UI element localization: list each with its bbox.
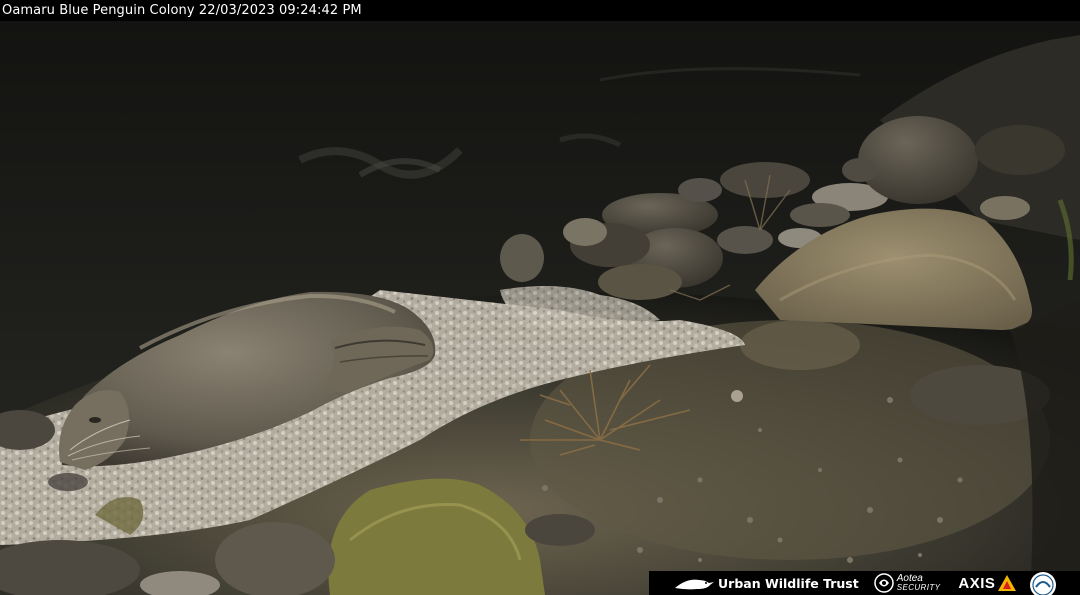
aotea-security-wordmark: SECURITY [896,583,941,592]
night-camera-scene [0,0,1080,595]
doc-seal-icon [1030,572,1057,595]
axis-triangle-icon [998,575,1017,591]
axis-logo: AXIS [958,574,996,592]
aotea-security-icon [873,573,894,593]
aotea-security-logo: Aotea SECURITY [897,574,941,592]
urban-wildlife-trust-logo: Urban Wildlife Trust [718,575,859,591]
camera-frame: Oamaru Blue Penguin Colony 22/03/2023 09… [0,0,1080,595]
sponsor-bar: Urban Wildlife Trust Aotea SECURITY AXIS [649,571,1080,595]
camera-label: Oamaru Blue Penguin Colony 22/03/2023 09… [2,3,362,18]
penguin-bird-icon [675,579,714,590]
camera-overlay-bar: Oamaru Blue Penguin Colony 22/03/2023 09… [0,0,1080,21]
